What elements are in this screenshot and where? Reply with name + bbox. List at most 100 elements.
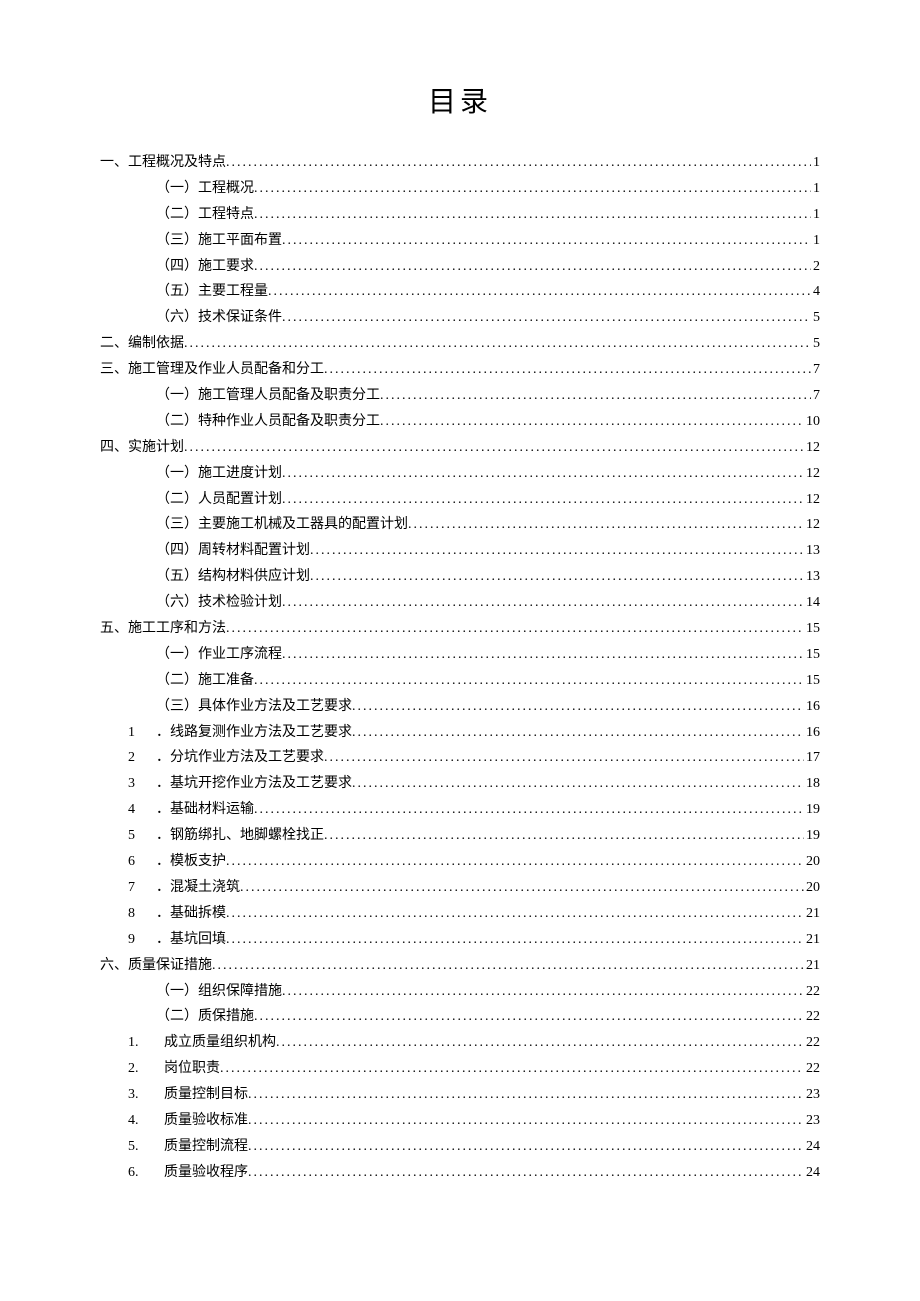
toc-entry-page: 12 bbox=[804, 461, 820, 487]
toc-entry-label: 一、工程概况及特点 bbox=[100, 150, 226, 176]
toc-entry-page: 20 bbox=[804, 849, 820, 875]
toc-entry-page: 7 bbox=[811, 383, 820, 409]
toc-leader-dots bbox=[380, 383, 811, 409]
toc-entry-page: 24 bbox=[804, 1134, 820, 1160]
toc-leader-dots bbox=[268, 279, 811, 305]
toc-entry-page: 16 bbox=[804, 694, 820, 720]
toc-entry-page: 12 bbox=[804, 512, 820, 538]
toc-entry: （四）周转材料配置计划 13 bbox=[100, 538, 820, 564]
toc-entry: 5．钢筋绑扎、地脚螺栓找正19 bbox=[100, 823, 820, 849]
toc-entry: （一）工程概况 1 bbox=[100, 176, 820, 202]
toc-entry: 7．混凝土浇筑20 bbox=[100, 875, 820, 901]
toc-leader-dots bbox=[212, 953, 804, 979]
toc-entry: 一、工程概况及特点1 bbox=[100, 150, 820, 176]
toc-leader-dots bbox=[248, 1082, 804, 1108]
toc-entry: （五）主要工程量 4 bbox=[100, 279, 820, 305]
toc-leader-dots bbox=[324, 823, 804, 849]
toc-leader-dots bbox=[220, 1056, 804, 1082]
toc-entry-page: 2 bbox=[811, 254, 820, 280]
toc-entry-label: （二）工程特点 bbox=[156, 202, 254, 228]
toc-entry: （四）施工要求 2 bbox=[100, 254, 820, 280]
toc-leader-dots bbox=[310, 538, 804, 564]
toc-entry: （六）技术保证条件 5 bbox=[100, 305, 820, 331]
toc-entry-label: （二）人员配置计划 bbox=[156, 487, 282, 513]
toc-leader-dots bbox=[324, 745, 804, 771]
toc-entry-page: 15 bbox=[804, 642, 820, 668]
toc-entry-label: 五、施工工序和方法 bbox=[100, 616, 226, 642]
toc-entry-number: 4. bbox=[128, 1108, 164, 1134]
toc-entry: 2．分坑作业方法及工艺要求17 bbox=[100, 745, 820, 771]
toc-leader-dots bbox=[226, 616, 804, 642]
toc-entry: 5.质量控制流程 24 bbox=[100, 1134, 820, 1160]
toc-entry-label: （三）主要施工机械及工器具的配置计划 bbox=[156, 512, 408, 538]
toc-entry: 4．基础材料运输 19 bbox=[100, 797, 820, 823]
toc-entry: （六）技术检验计划 14 bbox=[100, 590, 820, 616]
toc-entry-label: 二、编制依据 bbox=[100, 331, 184, 357]
toc-entry: （三）主要施工机械及工器具的配置计划 12 bbox=[100, 512, 820, 538]
toc-entry-label: 6.质量验收程序 bbox=[128, 1160, 248, 1186]
toc-entry-label: 6．模板支护 bbox=[128, 849, 226, 875]
toc-entry-number: 1 bbox=[128, 720, 156, 746]
toc-entry-number: 1. bbox=[128, 1030, 164, 1056]
toc-leader-dots bbox=[254, 176, 811, 202]
toc-entry-page: 19 bbox=[804, 823, 820, 849]
toc-entry: （二）工程特点 1 bbox=[100, 202, 820, 228]
toc-leader-dots bbox=[254, 668, 804, 694]
toc-leader-dots bbox=[226, 849, 804, 875]
toc-entry-page: 21 bbox=[804, 901, 820, 927]
toc-entry: 6.质量验收程序 24 bbox=[100, 1160, 820, 1186]
table-of-contents: 一、工程概况及特点1（一）工程概况 1（二）工程特点 1（三）施工平面布置 1（… bbox=[100, 150, 820, 1186]
toc-leader-dots bbox=[248, 1160, 804, 1186]
toc-entry-label: 三、施工管理及作业人员配备和分工 bbox=[100, 357, 324, 383]
toc-leader-dots bbox=[352, 771, 804, 797]
toc-entry-label: 2.岗位职责 bbox=[128, 1056, 220, 1082]
toc-leader-dots bbox=[282, 461, 804, 487]
toc-entry: （一）施工进度计划 12 bbox=[100, 461, 820, 487]
toc-leader-dots bbox=[254, 1004, 804, 1030]
toc-leader-dots bbox=[254, 254, 811, 280]
toc-entry-page: 16 bbox=[804, 720, 820, 746]
toc-entry-number: 9 bbox=[128, 927, 156, 953]
toc-entry: 1．线路复测作业方法及工艺要求 16 bbox=[100, 720, 820, 746]
toc-entry: 二、编制依据5 bbox=[100, 331, 820, 357]
toc-entry-label: 3．基坑开挖作业方法及工艺要求 bbox=[128, 771, 352, 797]
page-title: 目录 bbox=[100, 80, 820, 120]
toc-entry: 四、实施计划12 bbox=[100, 435, 820, 461]
toc-entry-page: 15 bbox=[804, 616, 820, 642]
toc-entry-label: 2．分坑作业方法及工艺要求 bbox=[128, 745, 324, 771]
toc-leader-dots bbox=[324, 357, 811, 383]
toc-entry-label: （六）技术保证条件 bbox=[156, 305, 282, 331]
toc-entry-label: 4.质量验收标准 bbox=[128, 1108, 248, 1134]
toc-entry-label: 8．基础拆模 bbox=[128, 901, 226, 927]
toc-entry-page: 4 bbox=[811, 279, 820, 305]
toc-entry-label: （一）施工进度计划 bbox=[156, 461, 282, 487]
toc-entry-number: 2. bbox=[128, 1056, 164, 1082]
toc-entry: （二）特种作业人员配备及职责分工 10 bbox=[100, 409, 820, 435]
toc-entry: 五、施工工序和方法 15 bbox=[100, 616, 820, 642]
toc-leader-dots bbox=[282, 642, 804, 668]
toc-entry-page: 23 bbox=[804, 1082, 820, 1108]
toc-entry-page: 13 bbox=[804, 538, 820, 564]
toc-entry: （一）施工管理人员配备及职责分工 7 bbox=[100, 383, 820, 409]
toc-entry-page: 10 bbox=[804, 409, 820, 435]
toc-entry-page: 20 bbox=[804, 875, 820, 901]
toc-entry: 3.质量控制目标 23 bbox=[100, 1082, 820, 1108]
toc-entry-label: （一）作业工序流程 bbox=[156, 642, 282, 668]
toc-entry-label: 1.成立质量组织机构 bbox=[128, 1030, 276, 1056]
toc-entry-page: 1 bbox=[811, 202, 820, 228]
toc-entry-page: 12 bbox=[804, 435, 820, 461]
toc-entry-label: 1．线路复测作业方法及工艺要求 bbox=[128, 720, 352, 746]
toc-entry-label: （三）施工平面布置 bbox=[156, 228, 282, 254]
toc-entry: （五）结构材料供应计划 13 bbox=[100, 564, 820, 590]
toc-entry-page: 22 bbox=[804, 1030, 820, 1056]
toc-entry: （三）具体作业方法及工艺要求 16 bbox=[100, 694, 820, 720]
toc-entry-page: 21 bbox=[804, 953, 820, 979]
toc-entry-page: 18 bbox=[804, 771, 820, 797]
toc-entry-label: 3.质量控制目标 bbox=[128, 1082, 248, 1108]
toc-entry-page: 21 bbox=[804, 927, 820, 953]
toc-entry-label: （五）结构材料供应计划 bbox=[156, 564, 310, 590]
toc-leader-dots bbox=[380, 409, 804, 435]
toc-leader-dots bbox=[254, 797, 804, 823]
toc-entry: 六、质量保证措施21 bbox=[100, 953, 820, 979]
toc-leader-dots bbox=[226, 927, 804, 953]
